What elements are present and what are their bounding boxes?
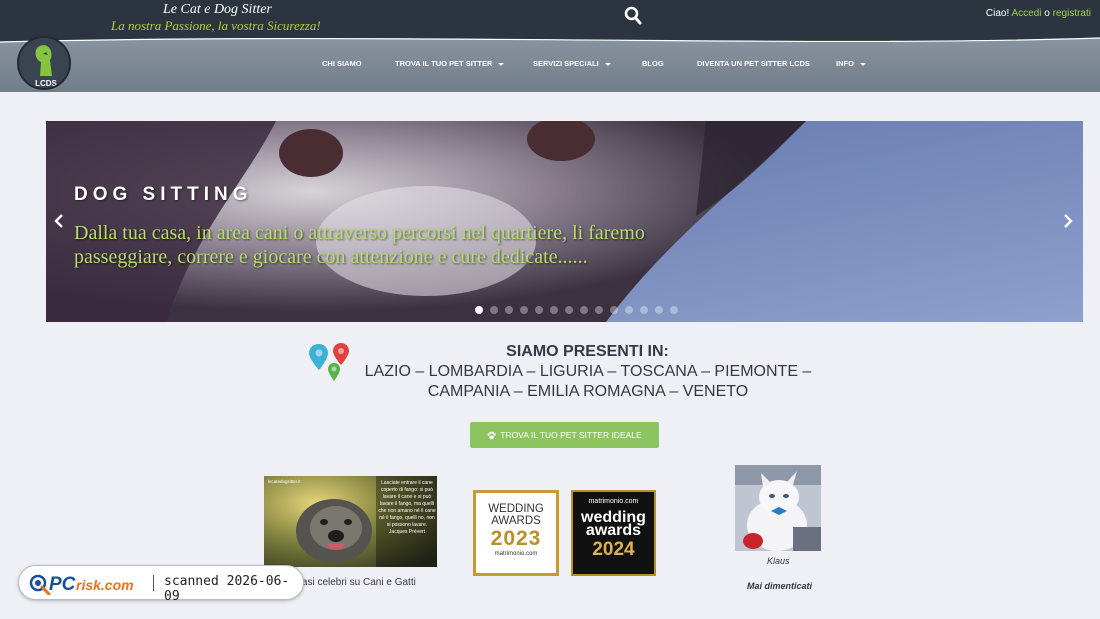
award-2024-year: 2024	[592, 539, 635, 560]
brand-title[interactable]: Le Cat e Dog Sitter	[163, 2, 272, 18]
wedding-awards-2023-badge[interactable]: WEDDING AWARDS 2023 matrimonio.com	[473, 490, 559, 576]
chevron-right-icon[interactable]	[1061, 213, 1075, 229]
cat-caption[interactable]: Mai dimenticati	[747, 581, 812, 591]
svg-text:PC: PC	[49, 574, 76, 595]
paw-icon	[487, 431, 497, 439]
nav-label: INFO	[836, 59, 854, 68]
chevron-down-icon	[604, 62, 611, 66]
nav-label: BLOG	[642, 59, 664, 68]
pcrisk-logo-icon: PC risk.com	[29, 574, 134, 595]
nav-item-diventa-pet-sitter[interactable]: DIVENTA UN PET SITTER LCDS	[697, 59, 810, 68]
chevron-left-icon[interactable]	[52, 213, 66, 229]
slider-dots	[475, 306, 685, 314]
dog-logo-icon: LCDS	[19, 38, 69, 88]
watermark-separator	[153, 575, 154, 591]
top-bar: Le Cat e Dog Sitter La nostra Passione, …	[0, 0, 1100, 34]
slider-dot[interactable]	[580, 306, 588, 314]
nav-item-blog[interactable]: BLOG	[642, 59, 664, 68]
wedding-awards-2024-badge[interactable]: matrimonio.com wedding awards 2024	[571, 490, 656, 576]
slider-dot[interactable]	[625, 306, 633, 314]
nav-wave-decoration	[0, 34, 1100, 43]
award-2023-year: 2023	[490, 527, 542, 550]
slider-dot[interactable]	[490, 306, 498, 314]
cta-label: TROVA IL TUO PET SITTER IDEALE	[500, 430, 642, 440]
slider-dot[interactable]	[595, 306, 603, 314]
award-2023-brand: matrimonio.com	[494, 551, 538, 557]
dog-card-quote-text: Lasciate entrare il cane coperto di fang…	[378, 480, 436, 528]
cat-photo[interactable]	[735, 465, 821, 551]
login-link[interactable]: Accedi	[1012, 8, 1042, 19]
dog-card-site: lecatedogsitter.it	[268, 479, 301, 484]
award-2024-brand: matrimonio.com	[588, 498, 639, 505]
slider-dot[interactable]	[550, 306, 558, 314]
dog-card-caption[interactable]: i, frasi celebri su Cani e Gatti	[288, 577, 416, 588]
watermark-text: scanned 2026-06-09	[164, 574, 290, 604]
chevron-down-icon	[859, 62, 866, 66]
slider-dot[interactable]	[670, 306, 678, 314]
hero-slider[interactable]: DOG SITTING Dalla tua casa, in area cani…	[46, 121, 1083, 322]
white-cat-image	[735, 465, 821, 551]
nav-label: SERVIZI SPECIALI	[533, 59, 599, 68]
nav-item-servizi-speciali[interactable]: SERVIZI SPECIALI	[533, 59, 611, 68]
nav-item-info[interactable]: INFO	[836, 59, 866, 68]
find-pet-sitter-button[interactable]: TROVA IL TUO PET SITTER IDEALE	[470, 422, 659, 448]
brand-slogan: La nostra Passione, la vostra Sicurezza!	[111, 18, 321, 33]
nav-item-chi-siamo[interactable]: CHI SIAMO	[322, 59, 362, 68]
hero-text: Dalla tua casa, in area cani o attravers…	[74, 222, 645, 268]
logo-text: LCDS	[35, 79, 57, 88]
slider-dot[interactable]	[475, 306, 483, 314]
register-link[interactable]: registrati	[1053, 8, 1091, 19]
slider-dot[interactable]	[565, 306, 573, 314]
nav-label: TROVA IL TUO PET SITTER	[395, 59, 493, 68]
presence-regions: LAZIO – LOMBARDIA – LIGURIA – TOSCANA – …	[364, 363, 812, 400]
pcrisk-watermark: PC risk.com scanned 2026-06-09	[18, 565, 304, 604]
nav-label: CHI SIAMO	[322, 59, 362, 68]
presence-title: SIAMO PRESENTI IN:	[506, 343, 669, 360]
award-2023-line1: WEDDING	[488, 503, 544, 515]
cat-name: Klaus	[767, 556, 790, 566]
dog-card-quote: Lasciate entrare il cane coperto di fang…	[378, 480, 436, 536]
or-text: o	[1044, 8, 1050, 19]
slider-dot[interactable]	[520, 306, 528, 314]
chevron-down-icon	[498, 62, 505, 66]
nav-item-trova-pet-sitter[interactable]: TROVA IL TUO PET SITTER	[395, 59, 505, 68]
dog-card-quote-author: Jacques Prévert	[388, 529, 426, 535]
quote-card-image[interactable]: lecatedogsitter.it Lasciate entrare il c…	[264, 476, 437, 567]
svg-text:risk.com: risk.com	[76, 577, 134, 593]
nav-label: DIVENTA UN PET SITTER LCDS	[697, 59, 810, 68]
slider-dot[interactable]	[640, 306, 648, 314]
slider-dot[interactable]	[655, 306, 663, 314]
hero-title: DOG SITTING	[74, 184, 253, 205]
award-2023-line2: AWARDS	[491, 515, 541, 527]
slider-dot[interactable]	[610, 306, 618, 314]
award-2023-content: WEDDING AWARDS 2023 matrimonio.com	[476, 493, 556, 573]
site-logo[interactable]: LCDS	[17, 36, 71, 90]
search-icon[interactable]	[624, 6, 642, 26]
slider-dot[interactable]	[535, 306, 543, 314]
greeting-text: Ciao!	[985, 8, 1010, 19]
account-links: Ciao! Accedi o registrati	[986, 8, 1091, 19]
main-navigation: LCDS CHI SIAMO TROVA IL TUO PET SITTER S…	[0, 34, 1100, 92]
slider-dot[interactable]	[505, 306, 513, 314]
